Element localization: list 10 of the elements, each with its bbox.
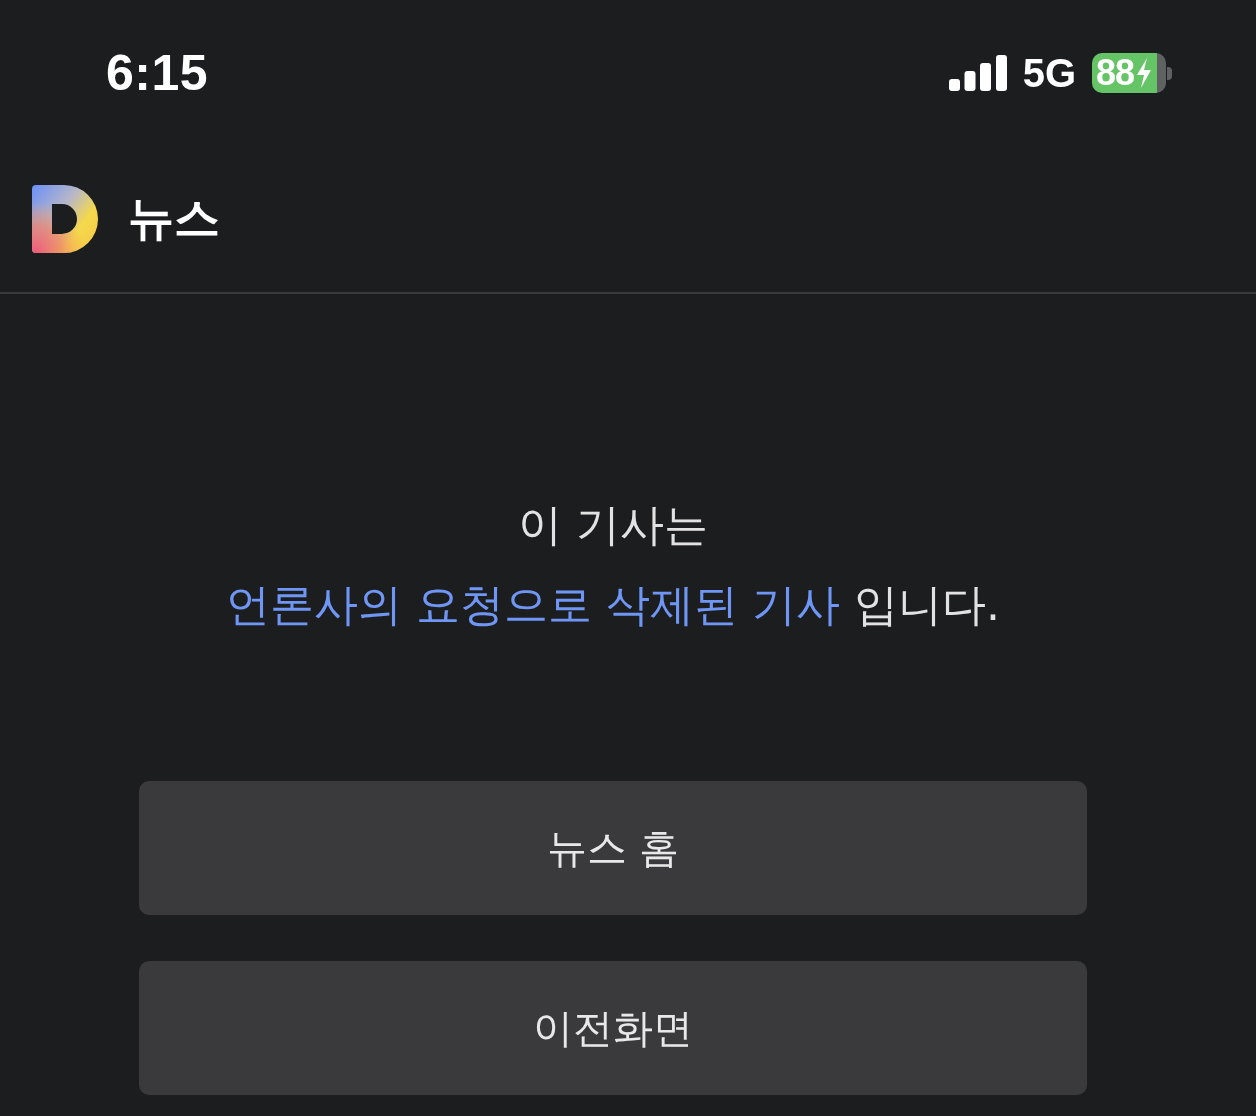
nav-button[interactable]: 이전화면 (139, 961, 1087, 1095)
notice-message: 이 기사는 언론사의 요청으로 삭제된 기사 입니다. (226, 498, 1000, 632)
app-title: 뉴스 (128, 190, 220, 247)
battery-percentage: 88 (1096, 55, 1135, 91)
signal-icon (948, 55, 1007, 91)
status-time: 6:15 (106, 44, 209, 102)
lightning-icon (1135, 58, 1154, 88)
battery-cap-icon (1167, 66, 1172, 80)
network-type: 5G (1022, 50, 1076, 96)
nav-button[interactable]: 뉴스 홈 (139, 781, 1087, 915)
